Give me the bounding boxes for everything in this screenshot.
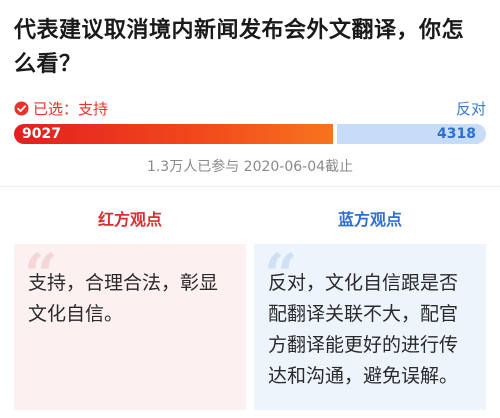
support-bar-fill xyxy=(14,124,333,144)
red-opinion-card[interactable]: “ 支持，合理合法，彰显文化自信。 xyxy=(14,244,246,410)
support-count: 9027 xyxy=(22,126,61,142)
vote-progress-bar: 9027 4318 xyxy=(14,124,486,144)
check-circle-icon xyxy=(14,101,29,116)
blue-opinion-card[interactable]: “ 反对，文化自信跟是否配翻译关联不大，配官方翻译能更好的进行传达和沟通，避免误… xyxy=(254,244,486,410)
section-divider xyxy=(0,186,500,187)
red-opinion-text: 支持，合理合法，彰显文化自信。 xyxy=(28,272,219,325)
blue-side-title: 蓝方观点 xyxy=(337,210,402,229)
oppose-count: 4318 xyxy=(437,126,476,142)
question-title: 代表建议取消境内新闻发布会外文翻译，你怎么看？ xyxy=(14,18,465,77)
chosen-indicator: 已选：支持 xyxy=(14,98,108,119)
vote-status-row: 已选：支持 反对 xyxy=(14,98,486,120)
chosen-label: 已选：支持 xyxy=(33,100,109,118)
red-side-title: 红方观点 xyxy=(97,210,162,229)
participation-meta: 1.3万人已参与 2020-06-04截止 xyxy=(146,159,354,175)
blue-opinion-text: 反对，文化自信跟是否配翻译关联不大，配官方翻译能更好的进行传达和沟通，避免误解。 xyxy=(268,272,459,387)
oppose-option-label[interactable]: 反对 xyxy=(456,98,486,119)
